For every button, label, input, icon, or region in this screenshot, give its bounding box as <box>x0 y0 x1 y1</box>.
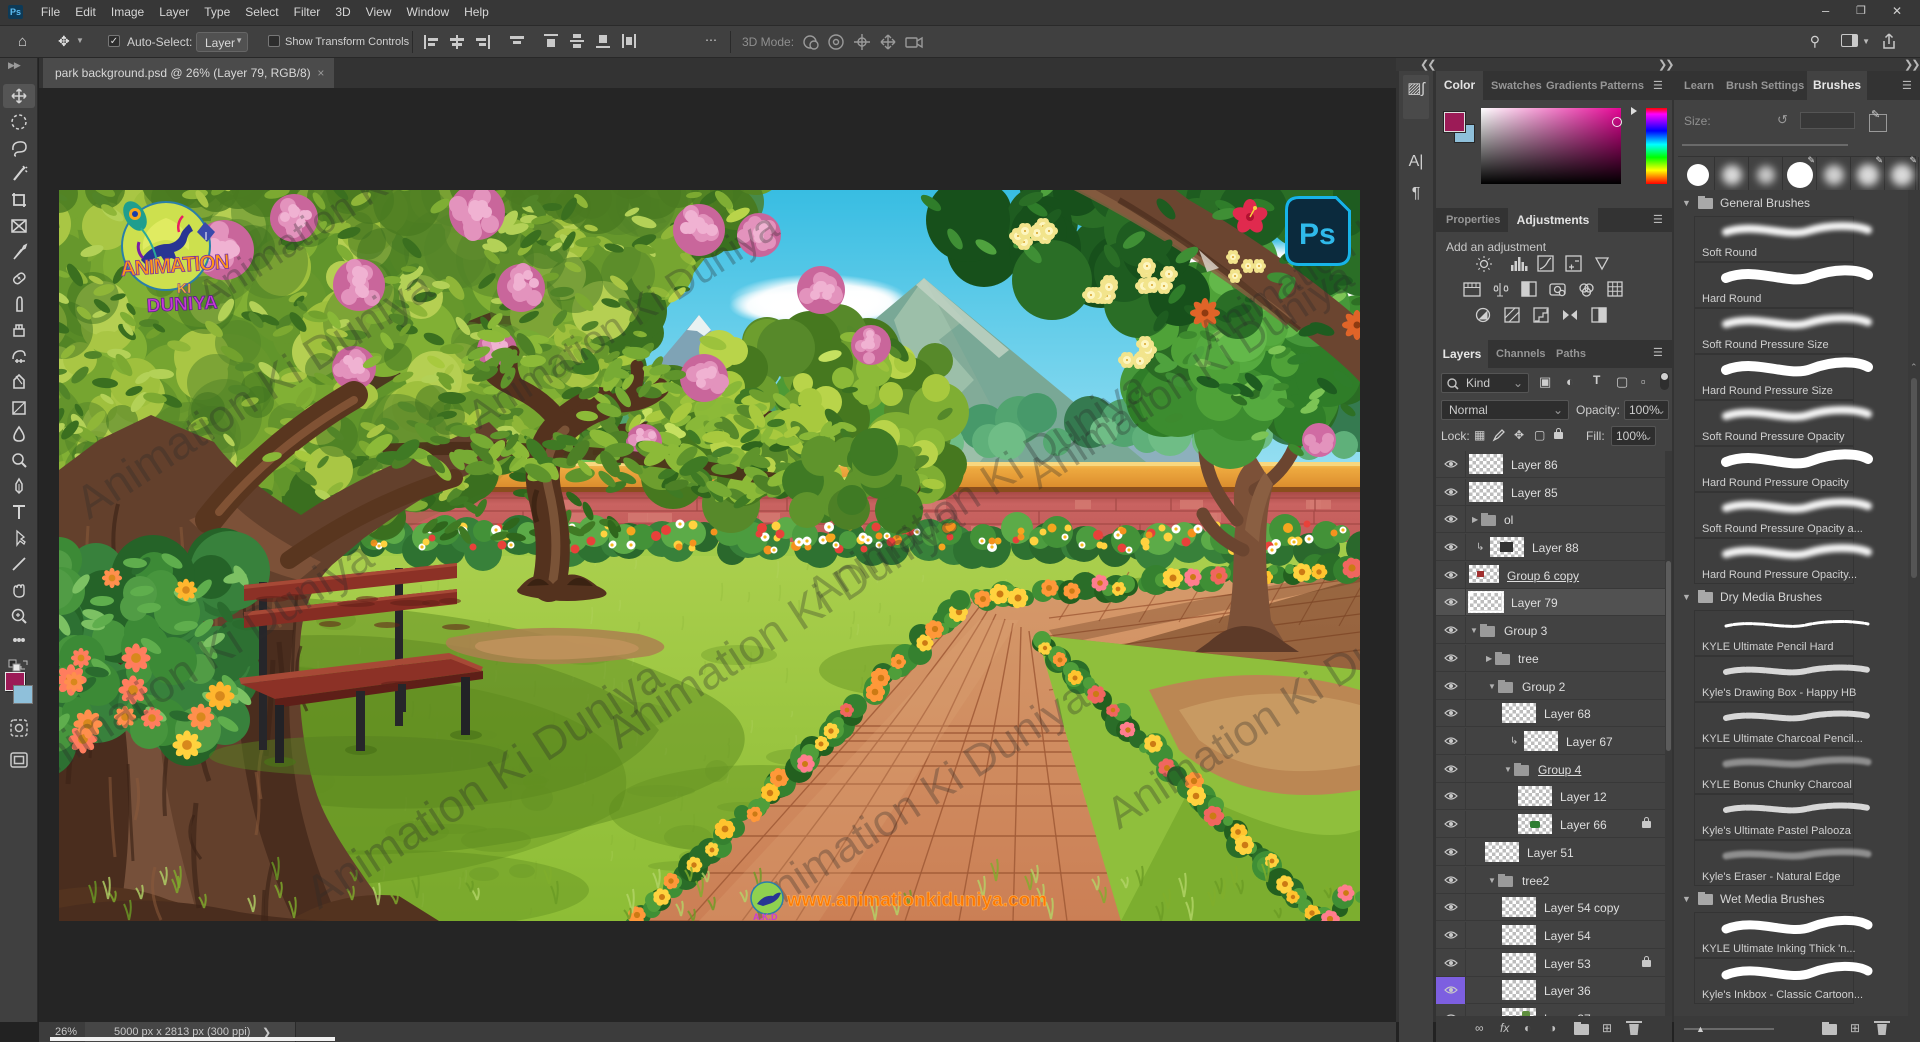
svg-text:www.animationkiduniya.com: www.animationkiduniya.com <box>786 890 1047 911</box>
svg-text:DUNIYA: DUNIYA <box>146 292 218 317</box>
svg-text:Ps: Ps <box>1299 218 1336 251</box>
svg-text:A.K.D: A.K.D <box>753 912 778 921</box>
